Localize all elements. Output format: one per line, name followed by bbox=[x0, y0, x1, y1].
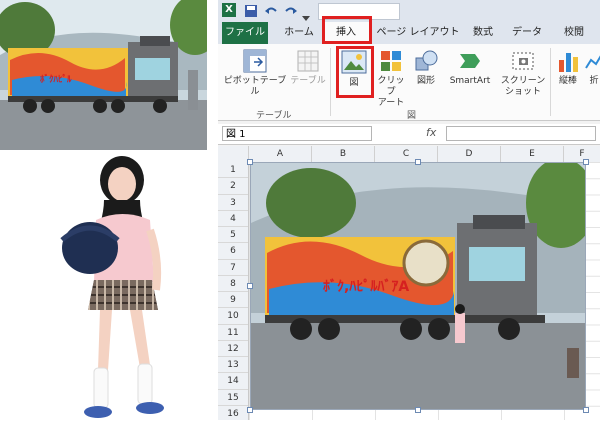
formula-bar: 図 1 fx bbox=[218, 124, 600, 145]
table-icon bbox=[297, 50, 319, 72]
line-chart-icon bbox=[585, 55, 600, 69]
column-header-f[interactable]: F bbox=[564, 146, 600, 162]
quick-access-toolbar: X bbox=[218, 0, 600, 22]
truck-art-text: ﾎﾞｸ,ﾊﾋﾟﾙﾊﾞｱA bbox=[323, 278, 409, 295]
column-chart-label: 縦棒 bbox=[558, 76, 577, 86]
column-header-e[interactable]: E bbox=[501, 146, 564, 162]
customize-toolbar-icon[interactable] bbox=[302, 7, 310, 21]
ribbon-insert: ピボットテーブル テーブル テーブル 図 クリップ アート 図形 SmartAr… bbox=[218, 44, 600, 121]
row-header-15[interactable]: 15 bbox=[218, 390, 248, 406]
pivot-table-icon bbox=[243, 49, 267, 73]
row-header-6[interactable]: 6 bbox=[218, 243, 248, 260]
ribbon-tabs: ファイル ホーム 挿入 ページ レイアウト 数式 データ 校閲 bbox=[218, 22, 600, 44]
group-label-tables: テーブル bbox=[256, 111, 292, 121]
svg-text:ﾎﾞｸﾊﾋﾟﾙ: ﾎﾞｸﾊﾋﾟﾙ bbox=[40, 73, 72, 85]
inserted-truck-image: ﾎﾞｸ,ﾊﾋﾟﾙﾊﾞｱA bbox=[251, 163, 585, 409]
redo-icon[interactable] bbox=[284, 3, 298, 17]
row-header-10[interactable]: 10 bbox=[218, 308, 248, 325]
fx-icon[interactable]: fx bbox=[426, 126, 436, 139]
tab-formulas[interactable]: 数式 bbox=[464, 22, 502, 44]
clip-art-label: クリップ アート bbox=[377, 76, 405, 108]
screenshot-label: スクリーン ショット bbox=[500, 76, 546, 97]
tab-page-layout[interactable]: ページ レイアウト bbox=[376, 22, 460, 44]
smartart-label: SmartArt bbox=[449, 76, 491, 86]
resize-handle-bottom-right[interactable] bbox=[583, 407, 589, 413]
girl-photo bbox=[0, 150, 215, 420]
insert-tab-highlight bbox=[322, 16, 372, 44]
row-header-16[interactable]: 16 bbox=[218, 406, 248, 420]
resize-handle-top[interactable] bbox=[415, 159, 421, 165]
truck-photo-left: ﾎﾞｸﾊﾋﾟﾙ bbox=[0, 0, 207, 150]
ribbon-separator bbox=[330, 48, 331, 116]
column-header-c[interactable]: C bbox=[375, 146, 438, 162]
tab-home[interactable]: ホーム bbox=[276, 22, 322, 44]
resize-handle-top-right[interactable] bbox=[583, 159, 589, 165]
column-header-b[interactable]: B bbox=[312, 146, 375, 162]
row-header-5[interactable]: 5 bbox=[218, 227, 248, 244]
ribbon-separator-2 bbox=[550, 48, 551, 116]
smartart-icon bbox=[460, 54, 480, 68]
row-header-8[interactable]: 8 bbox=[218, 276, 248, 292]
column-header-bar: A B C D E F bbox=[218, 146, 600, 163]
girl-photo-image bbox=[60, 156, 164, 418]
row-header-1[interactable]: 1 bbox=[218, 162, 248, 179]
pivot-table-label: ピボットテーブル bbox=[223, 76, 287, 97]
row-header-bar: 1 2 3 4 5 6 7 8 9 10 11 12 13 14 15 16 bbox=[218, 162, 249, 420]
select-all-corner[interactable] bbox=[218, 146, 249, 162]
tab-review[interactable]: 校閲 bbox=[554, 22, 594, 44]
row-header-14[interactable]: 14 bbox=[218, 373, 248, 390]
smartart-button[interactable]: SmartArt bbox=[444, 48, 496, 87]
name-box[interactable]: 図 1 bbox=[222, 126, 372, 141]
row-header-3[interactable]: 3 bbox=[218, 195, 248, 211]
save-icon[interactable] bbox=[244, 3, 258, 17]
row-header-9[interactable]: 9 bbox=[218, 292, 248, 309]
table-label: テーブル bbox=[290, 76, 326, 86]
pivot-table-button[interactable]: ピボットテーブル bbox=[222, 48, 288, 98]
column-header-d[interactable]: D bbox=[438, 146, 501, 162]
table-button[interactable]: テーブル bbox=[290, 48, 326, 87]
resize-handle-bottom-left[interactable] bbox=[247, 407, 253, 413]
row-header-12[interactable]: 12 bbox=[218, 341, 248, 357]
resize-handle-bottom[interactable] bbox=[415, 407, 421, 413]
undo-icon[interactable] bbox=[264, 3, 278, 17]
picture-button-highlight bbox=[336, 46, 374, 98]
tab-data[interactable]: データ bbox=[506, 22, 548, 44]
inserted-picture[interactable]: ﾎﾞｸ,ﾊﾋﾟﾙﾊﾞｱA bbox=[250, 162, 586, 410]
formula-input[interactable] bbox=[446, 126, 596, 141]
screenshot-icon bbox=[512, 52, 534, 70]
shapes-icon bbox=[415, 50, 438, 71]
truck-photo-image: ﾎﾞｸﾊﾋﾟﾙ bbox=[0, 0, 207, 150]
shapes-label: 図形 bbox=[416, 76, 435, 86]
row-header-13[interactable]: 13 bbox=[218, 357, 248, 374]
clip-art-button[interactable]: クリップ アート bbox=[374, 48, 408, 109]
tab-file[interactable]: ファイル bbox=[222, 22, 268, 44]
excel-logo-icon: X bbox=[222, 3, 236, 17]
group-label-illustrations: 図 bbox=[407, 111, 417, 121]
column-header-a[interactable]: A bbox=[249, 146, 312, 162]
row-header-11[interactable]: 11 bbox=[218, 325, 248, 341]
shapes-button[interactable]: 図形 bbox=[410, 48, 442, 87]
row-header-7[interactable]: 7 bbox=[218, 260, 248, 276]
resize-handle-left[interactable] bbox=[247, 283, 253, 289]
resize-handle-top-left[interactable] bbox=[247, 159, 253, 165]
worksheet-grid: A B C D E F 1 2 3 4 5 6 7 8 9 10 11 12 13 14 15 16 ﾎﾞｸ,… bbox=[218, 146, 600, 420]
screenshot-button[interactable]: スクリーン ショット bbox=[498, 48, 548, 98]
line-chart-button[interactable]: 折 bbox=[584, 48, 600, 87]
column-chart-button[interactable]: 縦棒 bbox=[554, 48, 582, 87]
line-chart-label: 折 bbox=[589, 76, 599, 86]
row-header-4[interactable]: 4 bbox=[218, 211, 248, 227]
excel-window: X ファイル ホーム 挿入 ページ レイアウト 数式 データ 校閲 ピボットテー… bbox=[218, 0, 600, 420]
clip-art-icon bbox=[381, 51, 401, 71]
row-header-2[interactable]: 2 bbox=[218, 178, 248, 195]
column-chart-icon bbox=[559, 53, 578, 72]
